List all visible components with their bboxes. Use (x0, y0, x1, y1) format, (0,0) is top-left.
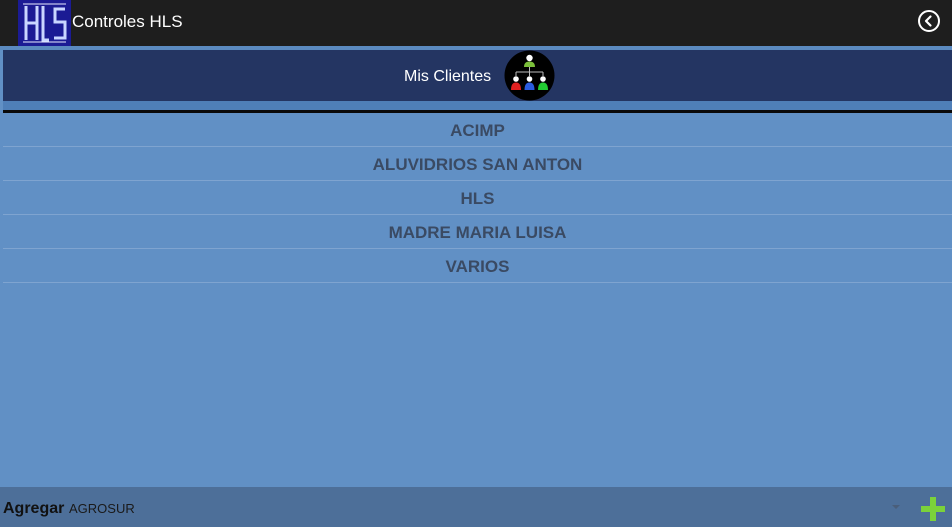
add-label: Agregar (3, 500, 65, 517)
client-list-item[interactable]: ALUVIDRIOS SAN ANTON (3, 147, 952, 181)
app-title: Controles HLS (72, 12, 183, 31)
client-list-item[interactable]: HLS (3, 181, 952, 215)
hls-logo-icon (18, 0, 71, 46)
dropdown-arrow-icon (892, 505, 900, 509)
client-dropdown[interactable]: AGROSUR (66, 487, 906, 527)
client-list-item[interactable]: VARIOS (3, 249, 952, 283)
action-bar: Controles HLS (0, 0, 952, 46)
client-list-item[interactable]: ACIMP (3, 113, 952, 147)
add-button[interactable] (920, 496, 946, 522)
add-client-bar: Agregar AGROSUR (0, 487, 952, 527)
client-dropdown-value: AGROSUR (69, 501, 135, 516)
plus-icon (921, 497, 945, 521)
client-list: ACIMP ALUVIDRIOS SAN ANTON HLS MADRE MAR… (3, 113, 952, 283)
back-button[interactable] (917, 9, 941, 33)
clients-hierarchy-icon (504, 50, 555, 101)
header-spacer (3, 101, 952, 110)
app-screen: Controles HLS Mis Clientes ACIMP ALUVIDR… (0, 0, 952, 527)
back-arrow-icon (918, 10, 940, 32)
section-header: Mis Clientes (3, 50, 952, 101)
section-title: Mis Clientes (404, 68, 492, 85)
client-list-item[interactable]: MADRE MARIA LUISA (3, 215, 952, 249)
